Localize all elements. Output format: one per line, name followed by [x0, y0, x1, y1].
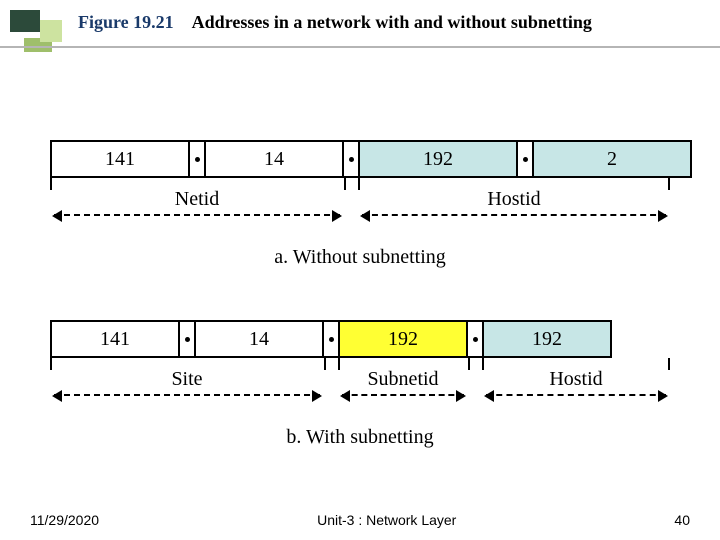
- hostid-span: Hostid: [486, 394, 666, 396]
- footer-date: 11/29/2020: [30, 512, 99, 528]
- octet-cell: 192: [482, 320, 612, 358]
- octet-row: 141 14 192 192: [50, 320, 670, 358]
- subnetid-span: Subnetid: [342, 394, 464, 396]
- dot-separator: [180, 320, 194, 358]
- footer-page: 40: [674, 512, 690, 528]
- caption-a: a. Without subnetting: [50, 246, 670, 269]
- header-decoration: [10, 10, 60, 60]
- hostid-label: Hostid: [485, 188, 542, 211]
- slide-footer: 11/29/2020 Unit-3 : Network Layer 40: [0, 512, 720, 528]
- octet-cell: 14: [194, 320, 324, 358]
- dot-separator: [518, 140, 532, 178]
- caption-b: b. With subnetting: [50, 426, 670, 449]
- arrow-row: Netid Hostid: [50, 192, 670, 216]
- hostid-label: Hostid: [547, 368, 604, 391]
- octet-cell: 141: [50, 320, 180, 358]
- netid-label: Netid: [173, 188, 221, 211]
- netid-span: Netid: [54, 214, 340, 216]
- diagram-without-subnetting: 141 14 192 2 Netid Hostid a. Without sub…: [50, 140, 670, 269]
- site-span: Site: [54, 394, 320, 396]
- octet-row: 141 14 192 2: [50, 140, 670, 178]
- octet-cell: 2: [532, 140, 692, 178]
- dot-separator: [324, 320, 338, 358]
- figure-number: Figure 19.21: [78, 12, 174, 32]
- octet-cell: 192: [358, 140, 518, 178]
- figure-title-row: Figure 19.21 Addresses in a network with…: [78, 12, 592, 33]
- hostid-span: Hostid: [362, 214, 666, 216]
- diagram-with-subnetting: 141 14 192 192 Site Subnetid Hostid: [50, 320, 670, 449]
- octet-cell: 141: [50, 140, 190, 178]
- dot-separator: [468, 320, 482, 358]
- slide: Figure 19.21 Addresses in a network with…: [0, 0, 720, 540]
- octet-cell: 192: [338, 320, 468, 358]
- octet-cell: 14: [204, 140, 344, 178]
- figure-title: Addresses in a network with and without …: [192, 12, 592, 32]
- dot-separator: [190, 140, 204, 178]
- site-label: Site: [169, 368, 204, 391]
- dot-separator: [344, 140, 358, 178]
- subnetid-label: Subnetid: [365, 368, 440, 391]
- header-rule: [0, 46, 720, 48]
- footer-unit: Unit-3 : Network Layer: [317, 512, 456, 528]
- tick-row: [50, 178, 670, 190]
- arrow-row: Site Subnetid Hostid: [50, 372, 670, 396]
